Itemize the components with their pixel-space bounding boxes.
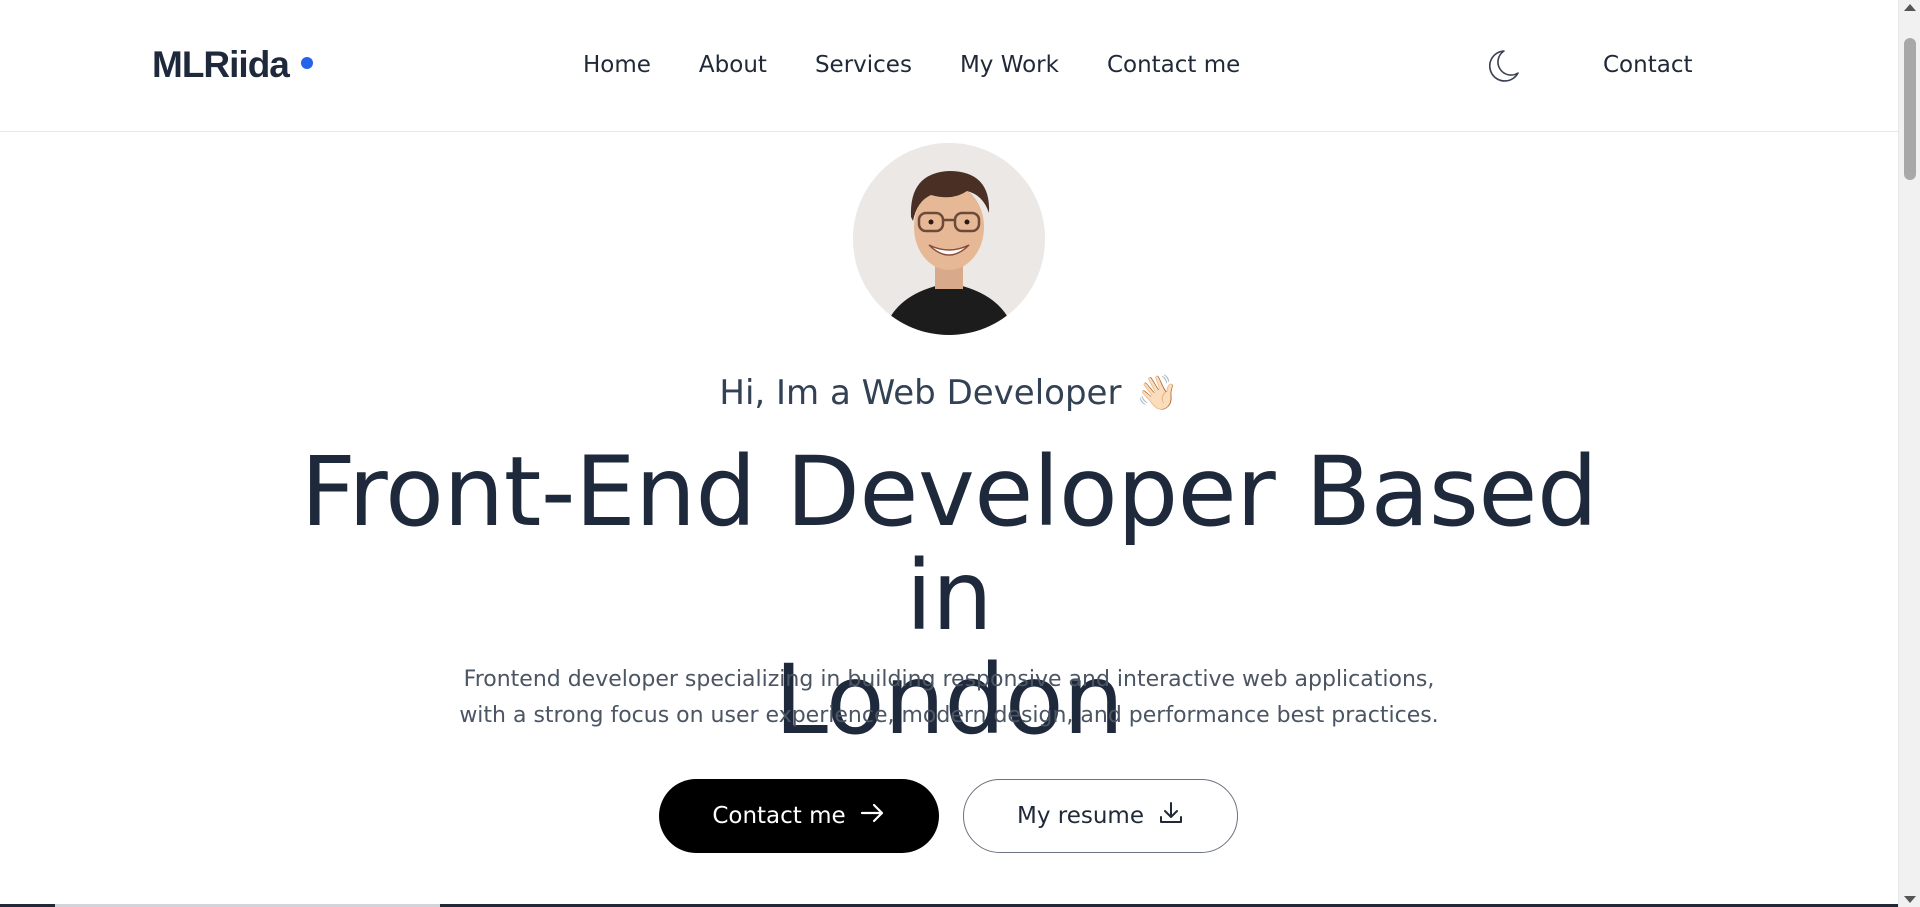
page: MLRiida Home About Services My Work Cont… [0, 0, 1920, 907]
logo[interactable]: MLRiida [152, 44, 313, 86]
site-header: MLRiida Home About Services My Work Cont… [0, 0, 1898, 132]
hero-description: Frontend developer specializing in build… [0, 662, 1898, 734]
vertical-scrollbar[interactable] [1898, 0, 1920, 907]
scroll-up-arrow-icon[interactable] [1904, 4, 1916, 11]
profile-avatar [853, 143, 1045, 335]
headline-line-1: Front-End Developer Based in [300, 436, 1598, 652]
main-nav: Home About Services My Work Contact me [583, 52, 1240, 78]
contact-me-button[interactable]: Contact me [659, 779, 939, 853]
arrow-right-icon [860, 803, 886, 829]
nav-services[interactable]: Services [815, 52, 912, 78]
moon-icon[interactable] [1482, 47, 1522, 87]
description-line-1: Frontend developer specializing in build… [463, 667, 1435, 692]
logo-dot [300, 57, 313, 69]
nav-contact-me[interactable]: Contact me [1107, 52, 1240, 78]
nav-about[interactable]: About [699, 52, 767, 78]
greeting-text: Hi, Im a Web Developer [719, 373, 1122, 413]
scrollbar-thumb[interactable] [1904, 38, 1916, 180]
nav-home[interactable]: Home [583, 52, 651, 78]
my-resume-label: My resume [1017, 803, 1144, 829]
contact-me-label: Contact me [712, 803, 846, 829]
hero-greeting: Hi, Im a Web Developer 👋🏻 [0, 373, 1898, 413]
header-contact-link[interactable]: Contact [1603, 52, 1692, 78]
download-icon [1158, 800, 1184, 832]
waving-hand-icon: 👋🏻 [1136, 373, 1179, 413]
description-line-2: with a strong focus on user experience, … [459, 703, 1439, 728]
logo-text: MLRiida [152, 44, 290, 85]
nav-my-work[interactable]: My Work [960, 52, 1059, 78]
scroll-down-arrow-icon[interactable] [1904, 896, 1916, 903]
my-resume-button[interactable]: My resume [963, 779, 1238, 853]
